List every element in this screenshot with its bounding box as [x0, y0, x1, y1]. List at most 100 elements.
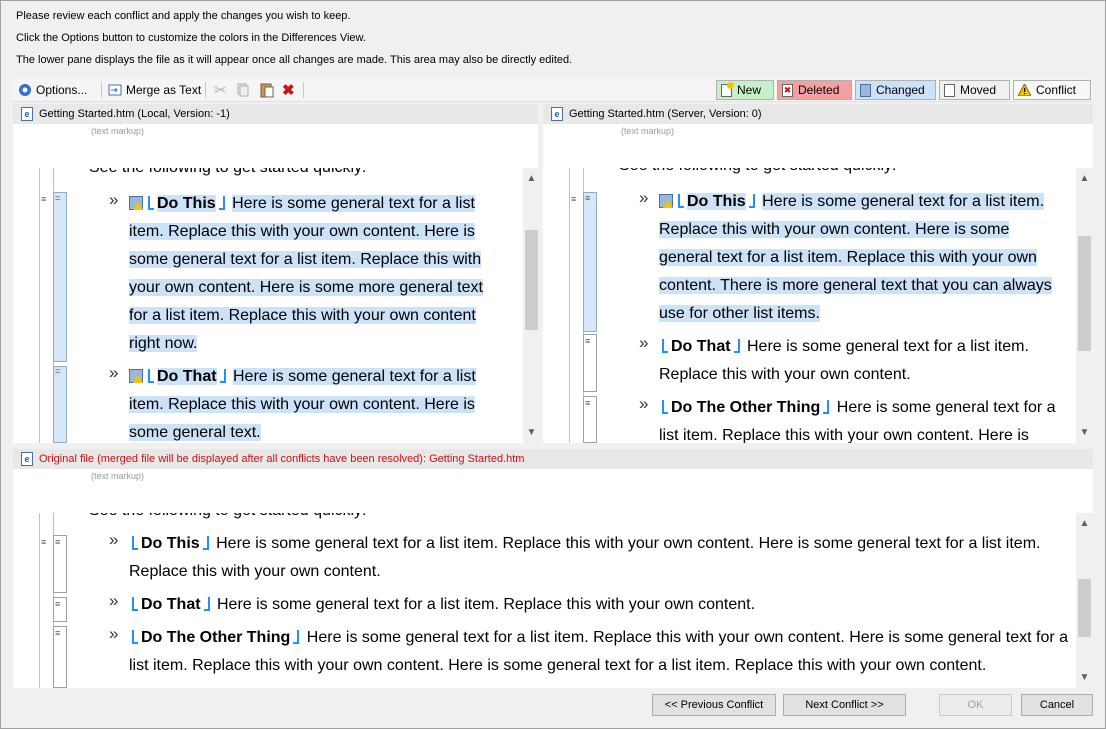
bullet: »: [639, 394, 649, 413]
scroll-down-icon[interactable]: ▼: [1076, 669, 1093, 686]
legend-new: New: [716, 80, 774, 100]
document-icon: e: [21, 452, 33, 466]
merged-markup-area[interactable]: (text markup): [13, 469, 1093, 513]
left-scrollbar[interactable]: ▲ ▼: [523, 168, 540, 443]
item-text: general text for a list item. Replace th…: [659, 249, 1037, 266]
scroll-thumb[interactable]: [1078, 236, 1091, 351]
item-text: Here is some general text for a list ite…: [306, 629, 1069, 646]
tag-open-icon: [678, 194, 684, 208]
bullet: »: [639, 188, 649, 207]
options-label: Options...: [36, 83, 88, 97]
item-text: list item. Replace this with your own co…: [659, 427, 1029, 443]
tag-open-icon: [132, 630, 138, 644]
merged-pane-header: e Original file (merged file will be dis…: [13, 449, 1093, 469]
legend-new-label: New: [737, 83, 762, 97]
cut-off-line: See the following to get started quickly…: [89, 513, 367, 525]
bullet: »: [109, 591, 119, 610]
legend-deleted: ✖ Deleted: [777, 80, 852, 100]
item-text: content. There is more general text that…: [659, 277, 1052, 294]
markup-label: (text markup): [621, 126, 675, 136]
options-button[interactable]: Options...: [15, 80, 90, 100]
scroll-thumb[interactable]: [525, 230, 538, 330]
next-conflict-button[interactable]: Next Conflict >>: [783, 694, 906, 716]
merge-as-text-button[interactable]: Merge as Text: [105, 80, 204, 100]
cancel-button[interactable]: Cancel: [1021, 694, 1093, 716]
legend-changed-label: Changed: [876, 83, 925, 97]
item-text: Replace this with your own content.: [129, 563, 381, 580]
legend-moved: Moved: [939, 80, 1010, 100]
tag-open-icon: [148, 196, 154, 210]
moved-icon: [944, 83, 955, 97]
paste-icon[interactable]: [256, 80, 278, 100]
item-text: Replace this with your own content. Here…: [659, 221, 1010, 238]
right-scrollbar[interactable]: ▲ ▼: [1076, 168, 1093, 443]
left-item-2: Do That Here is some general text for a …: [129, 363, 489, 443]
right-markup-area[interactable]: (text markup): [543, 124, 1093, 168]
item-title: Do This: [157, 195, 216, 212]
merge-icon: [108, 84, 122, 96]
ok-button[interactable]: OK: [939, 694, 1012, 716]
legend-moved-label: Moved: [960, 83, 997, 97]
item-text: list item. Replace this with your own co…: [129, 657, 987, 674]
left-pane-title: Getting Started.htm (Local, Version: -1): [39, 108, 230, 120]
tag-open-icon: [132, 597, 138, 611]
legend-changed: Changed: [855, 80, 936, 100]
tag-close-icon: [219, 369, 226, 383]
document-icon: e: [21, 107, 33, 121]
item-title: Do This: [687, 193, 746, 210]
bullet: »: [109, 530, 119, 549]
bullet: »: [109, 624, 119, 643]
cut-icon[interactable]: ✂: [211, 80, 230, 100]
conflict-flag-icon: [659, 194, 673, 208]
item-text: for a list item. Replace this with your …: [129, 307, 476, 324]
changed-icon: [860, 83, 871, 97]
toolbar-separator: [303, 82, 304, 98]
left-markup-area[interactable]: (text markup): [13, 124, 538, 168]
bullet: »: [109, 190, 119, 209]
deleted-icon: ✖: [782, 83, 793, 97]
scroll-down-icon[interactable]: ▼: [1076, 424, 1093, 441]
item-text: Here is some general text for a list ite…: [217, 596, 756, 613]
right-content-pane[interactable]: ≡ ≡ ≡ ≡ See the following to get started…: [543, 168, 1093, 443]
right-item-1: Do This Here is some general text for a …: [659, 188, 1069, 328]
item-text: right now.: [129, 335, 198, 352]
left-content-pane[interactable]: ≡ = = See the following to get started q…: [13, 168, 540, 443]
item-text: Replace this with your own content.: [659, 366, 911, 383]
tag-close-icon: [203, 597, 210, 611]
scroll-down-icon[interactable]: ▼: [523, 424, 540, 441]
item-text: Here is some general text for a list: [232, 195, 475, 212]
previous-conflict-button[interactable]: << Previous Conflict: [652, 694, 776, 716]
toolbar: Options... Merge as Text ✂ ✖ New ✖ Delet…: [13, 78, 1093, 102]
gutter: ≡ = =: [13, 168, 79, 443]
bullet: »: [639, 333, 649, 352]
merged-item-1: Do This Here is some general text for a …: [129, 530, 1069, 586]
legend-conflict-label: Conflict: [1036, 83, 1077, 97]
merged-item-2: Do That Here is some general text for a …: [129, 591, 1069, 619]
merged-item-3: Do The Other Thing Here is some general …: [129, 624, 1069, 680]
item-text: item. Replace this with your own content…: [129, 223, 475, 240]
tag-open-icon: [132, 536, 138, 550]
delete-icon[interactable]: ✖: [279, 80, 298, 100]
scroll-thumb[interactable]: [1078, 579, 1091, 637]
merged-scrollbar[interactable]: ▲ ▼: [1076, 513, 1093, 688]
item-text: Here is some general text for a: [836, 399, 1056, 416]
tag-close-icon: [202, 536, 209, 550]
scroll-up-icon[interactable]: ▲: [1076, 515, 1093, 532]
toolbar-separator: [205, 82, 206, 98]
scroll-up-icon[interactable]: ▲: [523, 170, 540, 187]
item-text: Here is some general text for a list ite…: [762, 193, 1045, 210]
merged-content-pane[interactable]: ≡ ≡ ≡ ≡ See the following to get started…: [13, 513, 1093, 688]
tag-close-icon: [733, 339, 740, 353]
scroll-up-icon[interactable]: ▲: [1076, 170, 1093, 187]
tag-open-icon: [662, 400, 668, 414]
item-title: Do That: [157, 368, 217, 385]
cut-off-line: See the following to get started quickly…: [619, 168, 897, 180]
item-title: Do The Other Thing: [141, 629, 291, 646]
item-text: use for other list items.: [659, 305, 820, 322]
merge-label: Merge as Text: [126, 83, 202, 97]
copy-icon[interactable]: [233, 80, 253, 100]
warning-icon: [1018, 84, 1031, 96]
tag-close-icon: [823, 400, 830, 414]
gutter: ≡ ≡ ≡ ≡: [543, 168, 609, 443]
legend-conflict: Conflict: [1013, 80, 1091, 100]
